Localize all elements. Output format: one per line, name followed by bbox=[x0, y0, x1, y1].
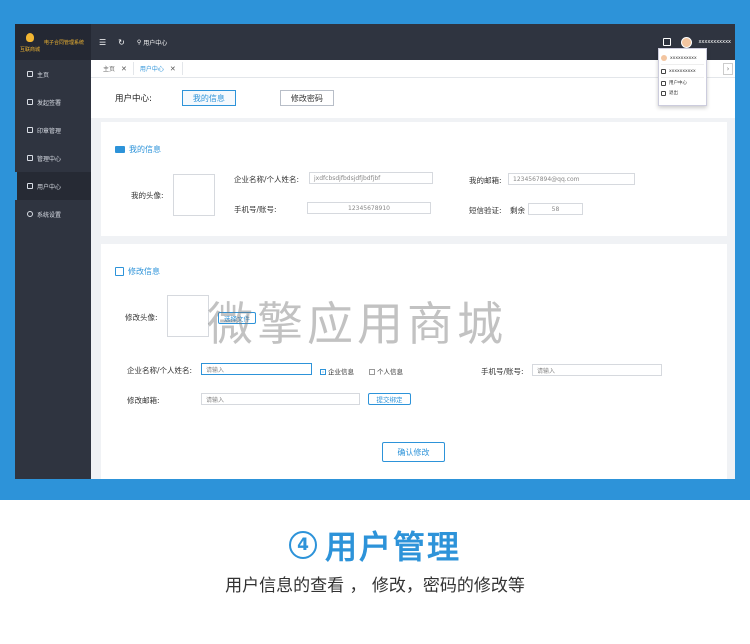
caption-heading: 用户管理 bbox=[324, 528, 461, 566]
edit-icon bbox=[115, 267, 124, 276]
my-info-card: 我的信息 我的头像: 企业名称/个人姓名: jxdfcbsdjfbdsjdfjb… bbox=[101, 122, 727, 236]
sidebar-item-user-center[interactable]: 用户中心 bbox=[15, 172, 91, 200]
phone-input[interactable]: 请输入 bbox=[532, 364, 662, 376]
edit-email-label: 修改邮箱: bbox=[127, 396, 160, 405]
refresh-icon[interactable]: ↻ bbox=[118, 38, 125, 47]
caption-number: 4 bbox=[288, 531, 317, 559]
logo: 互联商城 电子合同管理系统 bbox=[15, 24, 91, 60]
chevron-right-icon[interactable]: › bbox=[723, 63, 733, 75]
section-title: 修改信息 bbox=[128, 267, 160, 276]
user-menu-item[interactable]: xxxxxxxxxx bbox=[661, 65, 704, 78]
close-icon[interactable]: ✕ bbox=[170, 65, 176, 73]
close-icon[interactable]: ✕ bbox=[121, 65, 127, 73]
main-content: 用户中心: 我的信息 修改密码 我的信息 我的头像: 企业名称/个人姓名: jx… bbox=[91, 78, 735, 479]
name-input[interactable]: 请输入 bbox=[201, 363, 312, 375]
sidebar-item-label: 主页 bbox=[37, 71, 50, 79]
user-menu-label: 用户中心 bbox=[669, 81, 687, 86]
radio-checked-icon[interactable] bbox=[320, 369, 326, 375]
caption-title: 4 用户管理 bbox=[0, 522, 750, 568]
user-icon: ⚲ bbox=[136, 38, 142, 46]
phone-label: 手机号/账号: bbox=[234, 205, 277, 214]
personal-option[interactable]: 个人信息 bbox=[369, 366, 403, 376]
mail-icon bbox=[115, 146, 125, 153]
sms-remaining-value: 58 bbox=[528, 203, 583, 215]
breadcrumb: ⚲ 用户中心 bbox=[137, 38, 167, 47]
sidebar-item-label: 发起签署 bbox=[37, 99, 62, 107]
tab-home[interactable]: 主页 ✕ bbox=[97, 62, 134, 75]
tab-bar: 主页 ✕ 用户中心 ✕ › bbox=[91, 60, 735, 78]
company-option[interactable]: 企业信息 bbox=[320, 366, 354, 376]
user-icon bbox=[27, 183, 33, 189]
sidebar-item-home[interactable]: 主页 bbox=[15, 60, 91, 88]
sidebar: 互联商城 电子合同管理系统 主页 发起签署 印章管理 管理中心 用户中心 系统设… bbox=[15, 24, 91, 479]
edit-name-label: 企业名称/个人姓名: bbox=[127, 366, 193, 375]
option-label: 个人信息 bbox=[377, 368, 403, 376]
my-info-title: 我的信息 bbox=[115, 144, 161, 155]
edit-info-card: 修改信息 修改头像: 选择文件 企业名称/个人姓名: 请输入 企业信息 个人信息… bbox=[101, 244, 727, 479]
user-icon bbox=[661, 80, 666, 86]
user-menu-label: xxxxxxxxxx bbox=[669, 68, 696, 74]
grid-icon bbox=[27, 155, 33, 161]
avatar-icon bbox=[661, 55, 667, 61]
sidebar-item-label: 系统设置 bbox=[37, 211, 62, 219]
name-value: jxdfcbsdjfbdsjdfjbdfjbf bbox=[309, 172, 433, 184]
app-window: 互联商城 电子合同管理系统 主页 发起签署 印章管理 管理中心 用户中心 系统设… bbox=[15, 24, 735, 479]
tab-label: 用户中心 bbox=[139, 66, 164, 73]
user-menu-item-logout[interactable]: 退出 bbox=[661, 88, 704, 98]
radio-unchecked-icon[interactable] bbox=[369, 369, 375, 375]
edit-phone-label: 手机号/账号: bbox=[481, 367, 524, 376]
user-menu-label: 退出 bbox=[669, 91, 678, 96]
sidebar-item-sign[interactable]: 发起签署 bbox=[15, 88, 91, 116]
email-value: 1234567894@qq.com bbox=[508, 173, 635, 185]
app-title: 电子合同管理系统 bbox=[44, 39, 85, 46]
user-dropdown-menu: xxxxxxxxxx xxxxxxxxxx 用户中心 退出 bbox=[658, 48, 707, 106]
logout-icon bbox=[661, 90, 666, 96]
email-input[interactable]: 请输入 bbox=[201, 393, 360, 405]
phone-icon bbox=[661, 68, 666, 74]
sms-label: 短信验证: bbox=[469, 206, 502, 215]
option-label: 企业信息 bbox=[328, 368, 354, 376]
sms-remaining-label: 剩余 bbox=[510, 206, 525, 215]
sidebar-item-seal[interactable]: 印章管理 bbox=[15, 116, 91, 144]
tab-user-center[interactable]: 用户中心 ✕ bbox=[134, 62, 183, 75]
name-label: 企业名称/个人姓名: bbox=[234, 175, 300, 184]
user-center-header: 用户中心: 我的信息 修改密码 bbox=[91, 78, 735, 118]
sidebar-item-label: 管理中心 bbox=[37, 155, 62, 163]
gear-icon bbox=[27, 211, 33, 217]
avatar-upload-preview bbox=[167, 295, 209, 337]
sidebar-item-label: 印章管理 bbox=[37, 127, 62, 135]
edit-avatar-label: 修改头像: bbox=[125, 313, 158, 322]
tab-label: 主页 bbox=[103, 66, 116, 73]
choose-file-button[interactable]: 选择文件 bbox=[218, 312, 256, 324]
confirm-edit-button[interactable]: 确认修改 bbox=[382, 442, 445, 462]
caption-subtitle: 用户信息的查看 ， 修改，密码的修改等 bbox=[225, 576, 525, 596]
breadcrumb-label: 用户中心 bbox=[143, 39, 168, 47]
edit-info-title: 修改信息 bbox=[115, 266, 160, 277]
home-icon bbox=[27, 71, 33, 77]
menu-toggle-icon[interactable]: ☰ bbox=[99, 38, 106, 47]
change-password-tab-button[interactable]: 修改密码 bbox=[279, 90, 334, 106]
sidebar-item-management[interactable]: 管理中心 bbox=[15, 144, 91, 172]
sign-icon bbox=[27, 99, 33, 105]
sidebar-item-settings[interactable]: 系统设置 bbox=[15, 200, 91, 228]
submit-bind-button[interactable]: 提交绑定 bbox=[368, 393, 411, 405]
logo-icon: 互联商城 bbox=[19, 31, 41, 53]
user-menu-item-user-center[interactable]: 用户中心 bbox=[661, 78, 704, 88]
avatar-image bbox=[173, 174, 215, 216]
user-menu-label: xxxxxxxxxx bbox=[670, 55, 697, 61]
avatar[interactable] bbox=[681, 36, 693, 48]
username[interactable]: xxxxxxxxxxx bbox=[698, 39, 731, 45]
section-title: 我的信息 bbox=[129, 145, 161, 154]
avatar-label: 我的头像: bbox=[131, 191, 164, 200]
page-title: 用户中心: bbox=[115, 94, 152, 104]
seal-icon bbox=[27, 127, 33, 133]
my-info-tab-button[interactable]: 我的信息 bbox=[181, 90, 236, 106]
fullscreen-icon[interactable] bbox=[663, 38, 672, 46]
topbar: ☰ ↻ ⚲ 用户中心 xxxxxxxxxxx bbox=[91, 24, 735, 60]
phone-value: 12345678910 bbox=[307, 202, 431, 214]
email-label: 我的邮箱: bbox=[469, 176, 502, 185]
sidebar-item-label: 用户中心 bbox=[37, 183, 62, 191]
user-menu-item[interactable]: xxxxxxxxxx bbox=[661, 52, 704, 65]
